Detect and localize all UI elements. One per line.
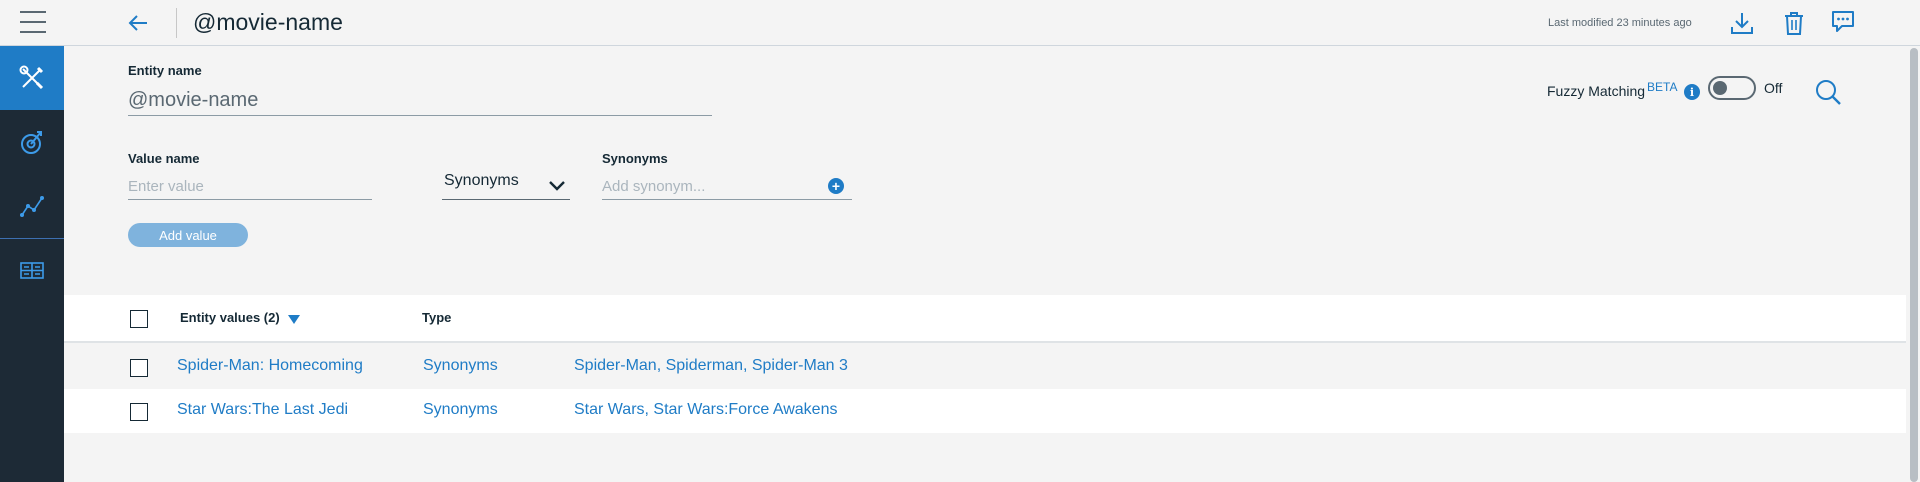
fuzzy-matching-toggle[interactable] bbox=[1708, 76, 1756, 100]
add-value-button[interactable]: Add value bbox=[128, 223, 248, 247]
type-select-value: Synonyms bbox=[444, 172, 519, 189]
row-checkbox[interactable] bbox=[130, 359, 148, 377]
synonyms-link[interactable]: Spider-Man, Spiderman, Spider-Man 3 bbox=[574, 357, 848, 375]
value-link[interactable]: Star Wars:The Last Jedi bbox=[177, 401, 348, 419]
sidebar bbox=[0, 46, 64, 482]
vertical-scrollbar[interactable] bbox=[1910, 48, 1918, 482]
page-title: @movie-name bbox=[193, 9, 343, 35]
dashboard-icon[interactable] bbox=[0, 238, 64, 302]
value-link[interactable]: Spider-Man: Homecoming bbox=[177, 357, 363, 375]
table-row: Star Wars:The Last Jedi Synonyms Star Wa… bbox=[64, 389, 1906, 433]
search-icon[interactable] bbox=[1814, 78, 1842, 106]
hamburger-menu-icon[interactable] bbox=[20, 11, 46, 33]
chevron-down-icon bbox=[549, 181, 565, 191]
title-divider bbox=[176, 8, 177, 38]
value-name-input[interactable]: Enter value bbox=[128, 174, 372, 200]
trash-icon[interactable] bbox=[1780, 10, 1808, 36]
value-name-label: Value name bbox=[128, 151, 200, 166]
column-header-type: Type bbox=[422, 310, 452, 325]
analytics-icon[interactable] bbox=[0, 174, 64, 238]
target-icon[interactable] bbox=[0, 110, 64, 174]
select-all-checkbox[interactable] bbox=[130, 310, 148, 328]
beta-badge: BETA bbox=[1647, 80, 1678, 94]
plus-circle-icon[interactable]: + bbox=[828, 178, 844, 194]
table-row: Spider-Man: Homecoming Synonyms Spider-M… bbox=[64, 345, 1906, 389]
entity-name-input[interactable]: @movie-name bbox=[128, 86, 712, 116]
top-bar: @movie-name Last modified 23 minutes ago bbox=[0, 0, 1920, 46]
download-icon[interactable] bbox=[1728, 10, 1756, 36]
entity-name-label: Entity name bbox=[128, 63, 202, 78]
synonyms-link[interactable]: Star Wars, Star Wars:Force Awakens bbox=[574, 401, 837, 419]
fuzzy-matching-label: Fuzzy Matching bbox=[1547, 83, 1646, 99]
row-checkbox[interactable] bbox=[130, 403, 148, 421]
chat-bubble-icon[interactable] bbox=[1829, 8, 1857, 34]
synonyms-label: Synonyms bbox=[602, 151, 668, 166]
info-icon[interactable]: i bbox=[1684, 84, 1700, 100]
sort-descending-icon[interactable] bbox=[288, 315, 300, 324]
type-link[interactable]: Synonyms bbox=[423, 401, 498, 419]
column-header-values[interactable]: Entity values (2) bbox=[180, 310, 280, 325]
tools-icon[interactable] bbox=[0, 46, 64, 110]
type-select[interactable]: Synonyms bbox=[442, 168, 570, 200]
table-header: Entity values (2) Type bbox=[64, 295, 1906, 343]
arrow-left-icon[interactable] bbox=[126, 12, 150, 34]
last-modified-text: Last modified 23 minutes ago bbox=[1548, 17, 1692, 29]
main-content: Entity name @movie-name Fuzzy Matching B… bbox=[64, 46, 1920, 482]
toggle-knob bbox=[1713, 81, 1727, 95]
type-link[interactable]: Synonyms bbox=[423, 357, 498, 375]
toggle-state-label: Off bbox=[1764, 80, 1783, 96]
synonyms-input[interactable]: Add synonym... bbox=[602, 174, 852, 200]
